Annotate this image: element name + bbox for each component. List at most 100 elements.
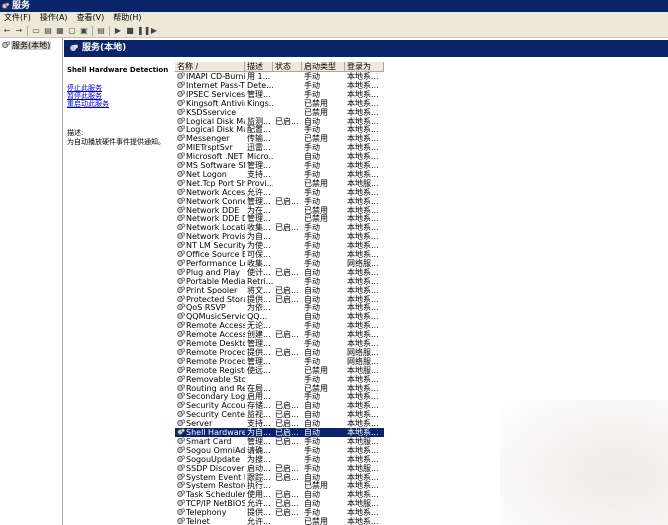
service-row[interactable]: Telnet 允许... 已禁用 本地系... — [175, 517, 384, 525]
gear-icon — [177, 241, 185, 249]
service-row[interactable]: Plug and Play 使计... 已启... 自动 本地系... — [175, 268, 384, 277]
service-row[interactable]: Protected Storage提供... 已启... 自动 本地系... — [175, 295, 384, 304]
service-row[interactable]: MIETrsptSvr 迅雷... 手动 本地系... — [175, 143, 384, 152]
gear-icon — [177, 366, 185, 373]
service-row[interactable]: Print Spooler 将文... 已启... 自动 本地系... — [175, 286, 384, 295]
service-row[interactable]: Network Connec...管理... 已启... 手动 本地系... — [175, 197, 384, 206]
service-name: Security Accoun... — [177, 401, 245, 410]
pause-service-icon[interactable]: ❚❚ — [137, 26, 150, 36]
properties-icon[interactable]: ▦ — [55, 26, 65, 36]
column-header-description[interactable]: 描述 — [245, 62, 273, 72]
service-row[interactable]: Network Locatio...收集... 已启... 手动 本地系... — [175, 223, 384, 232]
gear-icon — [177, 179, 185, 186]
service-row[interactable]: Network Provisi...为自... 手动 本地系... — [175, 232, 384, 241]
service-row[interactable]: Remote Access ...创建... 已启... 手动 本地系... — [175, 330, 384, 339]
service-row[interactable]: Logical Disk Man...配置... 手动 本地系... — [175, 125, 384, 134]
service-row[interactable]: Network DDE DS...管理... 已禁用 本地系... — [175, 214, 384, 223]
service-row[interactable]: Remote Access ...无论... 手动 本地系... — [175, 321, 384, 330]
service-status: 已启... — [275, 472, 299, 482]
service-name: Internet Pass-T... — [177, 81, 245, 90]
service-row[interactable]: Task Scheduler 使用... 已启... 自动 本地系... — [175, 490, 384, 499]
service-row[interactable]: Performance Lo...收集... 手动 网络服... — [175, 259, 384, 268]
forward-arrow-icon[interactable]: → — [14, 26, 24, 36]
service-status: 已启... — [275, 285, 299, 295]
tree-item-services-local[interactable]: 服务(本地) — [2, 40, 52, 51]
service-row[interactable]: Security Center 监视... 已启... 自动 本地系... — [175, 410, 384, 419]
service-startup-type: 已禁用 — [304, 107, 328, 117]
service-row[interactable]: Remote Registry使远... 已禁用 本地服... — [175, 366, 384, 375]
service-row[interactable]: MS Software Sh...管理... 手动 本地系... — [175, 161, 384, 170]
restart-service-link[interactable]: 重启动此服务 — [67, 100, 109, 108]
menu-file[interactable]: 文件(F) — [0, 12, 36, 24]
service-row[interactable]: QQMusicService QQ... 自动 本地系... — [175, 312, 384, 321]
menu-help[interactable]: 帮助(H) — [109, 12, 146, 24]
service-row[interactable]: Network DDE 为在... 已禁用 本地系... — [175, 206, 384, 215]
service-row[interactable]: QoS RSVP 为依... 手动 本地系... — [175, 303, 384, 312]
service-row[interactable]: Secondary Logon启用... 手动 本地系... — [175, 392, 384, 401]
column-header-log-on-as[interactable]: 登录为 — [345, 62, 384, 72]
service-row[interactable]: Messenger 传输... 已禁用 本地系... — [175, 134, 384, 143]
column-header-name[interactable]: 名称 / — [175, 62, 245, 72]
service-startup-type: 手动 — [304, 80, 320, 90]
service-row[interactable]: Network Access ...允许... 手动 本地系... — [175, 188, 384, 197]
service-row[interactable]: Office Source E...可保... 手动 本地系... — [175, 250, 384, 259]
start-service-icon[interactable]: ▶ — [113, 26, 123, 36]
show-hide-tree-icon[interactable]: ▤ — [43, 26, 53, 36]
service-row[interactable]: System Event N...跟踪... 已启... 自动 本地系... — [175, 473, 384, 482]
service-row[interactable]: IMAPI CD-Burnin...用 1... 手动 本地系... — [175, 72, 384, 81]
up-level-icon[interactable]: ▭ — [31, 26, 41, 36]
service-row[interactable]: Security Accoun...存储... 已启... 自动 本地系... — [175, 401, 384, 410]
service-row[interactable]: Removable Stor... 手动 本地系... — [175, 375, 384, 384]
service-row[interactable]: SSDP Discovery ...启动... 已启... 手动 本地服... — [175, 464, 384, 473]
service-row[interactable]: Sogou OmniAdd...请确... 手动 本地系... — [175, 446, 384, 455]
gear-icon — [177, 197, 185, 204]
help-icon[interactable]: ▤ — [96, 26, 106, 36]
service-row[interactable]: Shell Hardware ...为自... 已启... 自动 本地系... — [175, 428, 384, 437]
service-row[interactable]: Server 支持... 已启... 自动 本地系... — [175, 419, 384, 428]
service-row[interactable]: IPSEC Services 管理... 手动 本地系... — [175, 90, 384, 99]
service-row[interactable]: Net.Tcp Port Sh...Provi... 已禁用 本地服... — [175, 179, 384, 188]
service-row[interactable]: Net Logon 支持... 手动 本地系... — [175, 170, 384, 179]
service-row[interactable]: Kingsoft Antiviru...Kings... 已禁用 本地系... — [175, 99, 384, 108]
service-name-text: IMAPI CD-Burnin... — [186, 72, 245, 81]
restart-service-icon[interactable]: ▶ — [149, 26, 159, 36]
stop-service-link[interactable]: 停止此服务 — [67, 84, 102, 92]
service-startup-type: 自动 — [304, 428, 320, 437]
service-name-text: Network Access ... — [186, 187, 245, 197]
stop-service-icon[interactable]: ■ — [125, 26, 135, 36]
service-name: QoS RSVP — [177, 303, 245, 312]
service-row[interactable]: Logical Disk Man...监测... 已启... 自动 本地系... — [175, 117, 384, 126]
column-header-status[interactable]: 状态 — [273, 62, 302, 72]
service-row[interactable]: Microsoft .NET F...Micro... 自动 本地系... — [175, 152, 384, 161]
service-row[interactable]: KSDSservice 已禁用 本地系... — [175, 108, 384, 117]
service-name: Remote Registry — [177, 366, 245, 375]
back-arrow-icon[interactable]: ← — [2, 26, 12, 36]
menu-action[interactable]: 操作(A) — [36, 12, 73, 24]
service-row[interactable]: NT LM Security ...为使... 手动 本地系... — [175, 241, 384, 250]
menu-view[interactable]: 查看(V) — [73, 12, 110, 24]
service-row[interactable]: System Restore ...执行... 已禁用 本地系... — [175, 481, 384, 490]
service-row[interactable]: TCP/IP NetBIOS ...允许... 已启... 自动 本地服... — [175, 499, 384, 508]
refresh-icon[interactable]: ▢ — [67, 26, 77, 36]
service-row[interactable]: Internet Pass-T...Dete... 手动 本地系... — [175, 81, 384, 90]
column-header-startup-type[interactable]: 启动类型 — [302, 62, 345, 72]
service-description: 管理... — [247, 89, 271, 99]
service-startup-type: 已禁用 — [304, 98, 328, 108]
service-startup-type: 手动 — [304, 303, 320, 313]
service-log-on-as: 网络服... — [347, 347, 379, 357]
service-row[interactable]: Telephony 提供... 已启... 手动 本地系... — [175, 508, 384, 517]
service-row[interactable]: Remote Procedu...管理... 手动 网络服... — [175, 357, 384, 366]
tree-item-label: 服务(本地) — [11, 41, 52, 50]
selected-service-name: Shell Hardware Detection — [67, 66, 169, 74]
service-startup-type: 手动 — [304, 232, 320, 242]
export-list-icon[interactable]: ▣ — [79, 26, 89, 36]
service-row[interactable]: Remote Procedu...提供... 已启... 自动 网络服... — [175, 348, 384, 357]
service-row[interactable]: Portable Media ...Retri... 手动 本地系... — [175, 277, 384, 286]
service-description: 支持... — [247, 419, 271, 429]
service-row[interactable]: Smart Card 管理... 已启... 手动 本地服... — [175, 437, 384, 446]
pause-service-link[interactable]: 暂停此服务 — [67, 92, 102, 100]
service-row[interactable]: Routing and Re...在局... 已禁用 本地系... — [175, 384, 384, 393]
service-row[interactable]: SogouUpdate 为搜... 手动 本地系... — [175, 455, 384, 464]
service-row[interactable]: Remote Desktop...管理... 手动 本地系... — [175, 339, 384, 348]
service-name-text: Security Accoun... — [186, 401, 245, 411]
